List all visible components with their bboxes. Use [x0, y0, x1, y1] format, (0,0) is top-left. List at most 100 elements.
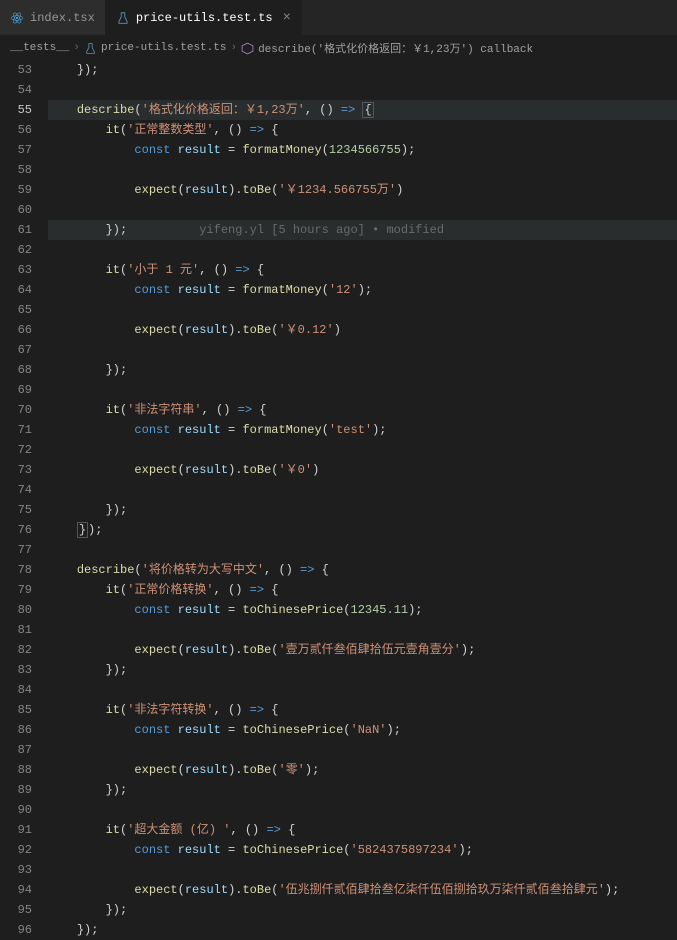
tab-index[interactable]: index.tsx: [0, 0, 106, 35]
code-line[interactable]: });: [48, 660, 677, 680]
breadcrumb: __tests__ › price-utils.test.ts › descri…: [0, 36, 677, 60]
line-number: 70: [0, 400, 32, 420]
code-line[interactable]: it('正常价格转换', () => {: [48, 580, 677, 600]
editor-tabs: index.tsx price-utils.test.ts ×: [0, 0, 677, 36]
symbol-method-icon: [241, 42, 254, 55]
line-number: 63: [0, 260, 32, 280]
code-line[interactable]: const result = formatMoney('test');: [48, 420, 677, 440]
code-line[interactable]: });: [48, 500, 677, 520]
line-number: 73: [0, 460, 32, 480]
line-number: 85: [0, 700, 32, 720]
close-icon[interactable]: ×: [283, 10, 291, 26]
line-number: 72: [0, 440, 32, 460]
code-line[interactable]: [48, 740, 677, 760]
code-line[interactable]: });: [48, 520, 677, 540]
line-number: 62: [0, 240, 32, 260]
code-line[interactable]: });: [48, 360, 677, 380]
code-line[interactable]: [48, 160, 677, 180]
code-line[interactable]: [48, 620, 677, 640]
line-number: 65: [0, 300, 32, 320]
line-number: 68: [0, 360, 32, 380]
line-number: 80: [0, 600, 32, 620]
code-line[interactable]: [48, 340, 677, 360]
line-number: 71: [0, 420, 32, 440]
code-line[interactable]: });: [48, 780, 677, 800]
line-number: 95: [0, 900, 32, 920]
line-number: 82: [0, 640, 32, 660]
breadcrumb-symbol[interactable]: describe('格式化价格返回：￥1,23万') callback: [258, 40, 533, 56]
code-line[interactable]: [48, 540, 677, 560]
line-number: 87: [0, 740, 32, 760]
line-number: 78: [0, 560, 32, 580]
code-line[interactable]: [48, 680, 677, 700]
code-line[interactable]: [48, 860, 677, 880]
line-number: 89: [0, 780, 32, 800]
code-line[interactable]: expect(result).toBe('伍兆捌仟贰佰肆拾叁亿柒仟伍佰捌拾玖万柒…: [48, 880, 677, 900]
code-line[interactable]: expect(result).toBe('壹万贰仟叁佰肆拾伍元壹角壹分');: [48, 640, 677, 660]
react-icon: [10, 11, 24, 25]
code-line[interactable]: [48, 80, 677, 100]
code-line[interactable]: });: [48, 920, 677, 940]
line-gutter: 5354555657585960616263646566676869707172…: [0, 60, 48, 940]
code-line[interactable]: [48, 240, 677, 260]
line-number: 55: [0, 100, 32, 120]
line-number: 60: [0, 200, 32, 220]
code-content[interactable]: }); describe('格式化价格返回：￥1,23万', () => { i…: [48, 60, 677, 940]
line-number: 59: [0, 180, 32, 200]
code-line[interactable]: [48, 200, 677, 220]
chevron-right-icon: ›: [230, 42, 237, 54]
code-line[interactable]: it('非法字符转换', () => {: [48, 700, 677, 720]
tab-price-utils-test[interactable]: price-utils.test.ts ×: [106, 0, 302, 35]
tab-label: price-utils.test.ts: [136, 11, 273, 25]
code-editor[interactable]: 5354555657585960616263646566676869707172…: [0, 60, 677, 940]
code-line[interactable]: const result = formatMoney(1234566755);: [48, 140, 677, 160]
line-number: 93: [0, 860, 32, 880]
code-line[interactable]: it('小于 1 元', () => {: [48, 260, 677, 280]
line-number: 84: [0, 680, 32, 700]
code-line[interactable]: const result = toChinesePrice('NaN');: [48, 720, 677, 740]
code-line[interactable]: [48, 300, 677, 320]
code-line[interactable]: });: [48, 60, 677, 80]
line-number: 76: [0, 520, 32, 540]
test-file-icon: [116, 11, 130, 25]
line-number: 79: [0, 580, 32, 600]
code-line[interactable]: it('超大金额 (亿) ', () => {: [48, 820, 677, 840]
code-line[interactable]: expect(result).toBe('￥0.12'): [48, 320, 677, 340]
code-line[interactable]: [48, 480, 677, 500]
code-line[interactable]: expect(result).toBe('￥0'): [48, 460, 677, 480]
line-number: 64: [0, 280, 32, 300]
code-line[interactable]: [48, 380, 677, 400]
line-number: 91: [0, 820, 32, 840]
line-number: 90: [0, 800, 32, 820]
line-number: 57: [0, 140, 32, 160]
line-number: 58: [0, 160, 32, 180]
line-number: 75: [0, 500, 32, 520]
line-number: 67: [0, 340, 32, 360]
code-line[interactable]: it('正常整数类型', () => {: [48, 120, 677, 140]
code-line[interactable]: [48, 800, 677, 820]
line-number: 96: [0, 920, 32, 940]
breadcrumb-file[interactable]: price-utils.test.ts: [101, 42, 226, 54]
code-line[interactable]: [48, 440, 677, 460]
code-line[interactable]: expect(result).toBe('￥1234.566755万'): [48, 180, 677, 200]
code-line[interactable]: }); yifeng.yl [5 hours ago] • modified: [48, 220, 677, 240]
code-line[interactable]: });: [48, 900, 677, 920]
line-number: 81: [0, 620, 32, 640]
line-number: 69: [0, 380, 32, 400]
line-number: 92: [0, 840, 32, 860]
line-number: 77: [0, 540, 32, 560]
code-line[interactable]: const result = toChinesePrice(12345.11);: [48, 600, 677, 620]
code-line[interactable]: expect(result).toBe('零');: [48, 760, 677, 780]
line-number: 74: [0, 480, 32, 500]
line-number: 88: [0, 760, 32, 780]
code-line[interactable]: it('非法字符串', () => {: [48, 400, 677, 420]
code-line[interactable]: describe('格式化价格返回：￥1,23万', () => {: [48, 100, 677, 120]
code-line[interactable]: const result = toChinesePrice('582437589…: [48, 840, 677, 860]
line-number: 86: [0, 720, 32, 740]
chevron-right-icon: ›: [73, 42, 80, 54]
line-number: 56: [0, 120, 32, 140]
code-line[interactable]: const result = formatMoney('12');: [48, 280, 677, 300]
code-line[interactable]: describe('将价格转为大写中文', () => {: [48, 560, 677, 580]
line-number: 94: [0, 880, 32, 900]
breadcrumb-folder[interactable]: __tests__: [10, 42, 69, 54]
